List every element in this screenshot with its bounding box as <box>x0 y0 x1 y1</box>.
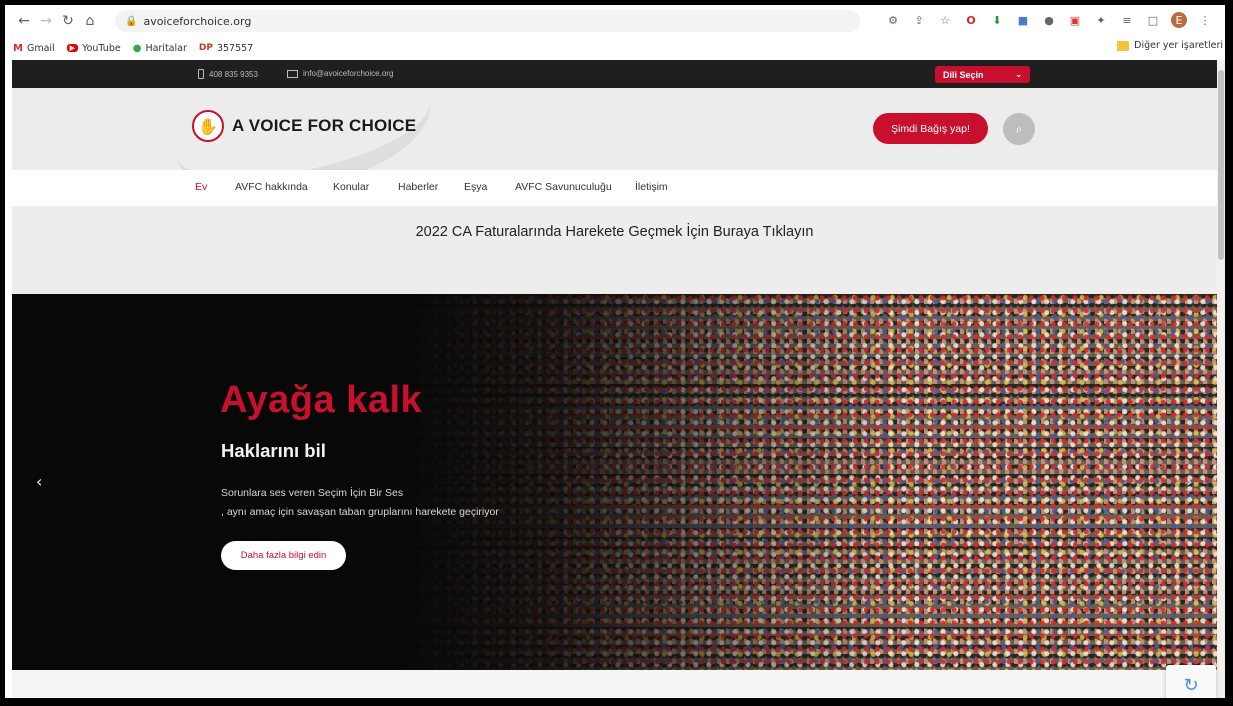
logo-icon: ✋ <box>192 110 224 142</box>
extensions-area: ⚙ ⇪ ☆ O ⬇ ■ ● ▣ ✦ ≡ □ E ⋮ <box>885 12 1213 28</box>
hero-description: Sorunlara ses veren Seçim İçin Bir Ses ,… <box>221 484 499 522</box>
other-bookmarks-label: Diğer yer işaretleri <box>1134 40 1223 51</box>
mail-icon <box>287 69 298 78</box>
bookmark-gmail[interactable]: M Gmail <box>13 43 55 54</box>
search-icon: ⌕ <box>1015 121 1023 136</box>
bookmark-dp[interactable]: DP 357557 <box>199 43 253 54</box>
address-bar[interactable]: 🔒 avoiceforchoice.org <box>115 10 860 32</box>
opera-extension-icon[interactable]: O <box>963 12 979 28</box>
extension-icon-3[interactable]: ▣ <box>1067 12 1083 28</box>
scrollbar-thumb[interactable] <box>1218 70 1224 260</box>
extension-icon-2[interactable]: ● <box>1041 12 1057 28</box>
bookmark-label: 357557 <box>216 42 254 54</box>
hero-description-line: , aynı amaç için savaşan taban grupların… <box>221 506 499 518</box>
extension-icon[interactable]: ■ <box>1015 12 1031 28</box>
chevron-left-icon[interactable]: ‹ <box>36 472 42 491</box>
recaptcha-icon: ↻ <box>1183 674 1199 696</box>
dp-icon: DP <box>198 43 213 53</box>
language-select[interactable]: Dili Seçin ⌄ <box>935 66 1030 83</box>
email-address: info@avoiceforchoice.org <box>303 69 394 78</box>
email-contact[interactable]: info@avoiceforchoice.org <box>287 69 393 78</box>
bookmark-label: Gmail <box>26 42 55 54</box>
language-select-label: Dili Seçin <box>943 69 984 80</box>
bookmark-label: Haritalar <box>145 42 187 54</box>
folder-icon <box>1117 40 1130 51</box>
nav-item-home[interactable]: Ev <box>195 181 207 193</box>
phone-contact[interactable]: 408 835 9353 <box>198 69 258 79</box>
translate-icon[interactable]: ⚙ <box>885 12 901 28</box>
learn-more-button[interactable]: Daha fazla bilgi edin <box>221 541 346 570</box>
chevron-down-icon: ⌄ <box>1015 70 1022 79</box>
back-icon[interactable]: ← <box>13 13 35 29</box>
nav-item-contact[interactable]: İletişim <box>635 181 668 193</box>
puzzle-icon[interactable]: ✦ <box>1093 12 1109 28</box>
hero-description-line: Sorunlara ses veren Seçim İçin Bir Ses <box>221 487 404 499</box>
forward-icon[interactable]: → <box>35 13 57 29</box>
hero-subtitle: Haklarını bil <box>221 440 326 461</box>
site-header: ✋ A VOICE FOR CHOICE Şimdi Bağış yap! ⌕ <box>12 88 1217 170</box>
phone-number: 408 835 9353 <box>209 69 258 79</box>
banner-link[interactable]: 2022 CA Faturalarında Harekete Geçmek İç… <box>12 224 1217 240</box>
main-nav: Ev AVFC hakkında Konular Haberler Eşya A… <box>12 170 1217 206</box>
bookmark-label: YouTube <box>82 42 121 54</box>
nav-item-about[interactable]: AVFC hakkında <box>235 181 308 193</box>
search-button[interactable]: ⌕ <box>1003 113 1035 145</box>
side-panel-icon[interactable]: □ <box>1145 12 1161 28</box>
nav-item-advocacy[interactable]: AVFC Savunuculuğu <box>515 181 612 193</box>
page-section-below <box>12 670 1217 698</box>
phone-icon <box>198 69 204 79</box>
bookmark-youtube[interactable]: ▶ YouTube <box>66 42 121 54</box>
browser-window: ← → ↻ ⌂ 🔒 avoiceforchoice.org ⚙ ⇪ ☆ O ⬇ … <box>0 0 1233 706</box>
scrollbar[interactable] <box>1217 60 1225 698</box>
recaptcha-badge[interactable]: ↻ <box>1166 665 1216 698</box>
reading-list-icon[interactable]: ≡ <box>1119 12 1135 28</box>
chevron-right-icon[interactable]: › <box>1186 472 1192 491</box>
download-extension-icon[interactable]: ⬇ <box>989 12 1005 28</box>
site-logo[interactable]: ✋ A VOICE FOR CHOICE <box>192 110 416 142</box>
nav-item-news[interactable]: Haberler <box>398 181 438 193</box>
logo-text: A VOICE FOR CHOICE <box>232 116 417 135</box>
announcement-banner: 2022 CA Faturalarında Harekete Geçmek İç… <box>12 206 1217 294</box>
bookmark-star-icon[interactable]: ☆ <box>937 12 953 28</box>
maps-icon: ● <box>132 42 142 54</box>
bookmark-maps[interactable]: ● Haritalar <box>133 43 187 54</box>
nav-item-issues[interactable]: Konular <box>333 181 369 193</box>
hero-title: Ayağa kalk <box>220 379 423 421</box>
menu-icon[interactable]: ⋮ <box>1197 12 1213 28</box>
hero-gradient-overlay <box>402 294 902 670</box>
gmail-icon: M <box>13 42 23 54</box>
other-bookmarks[interactable]: Diğer yer işaretleri <box>1117 40 1223 51</box>
youtube-icon: ▶ <box>66 44 79 52</box>
hero-slider: Ayağa kalk Haklarını bil Sorunlara ses v… <box>12 294 1217 670</box>
home-icon[interactable]: ⌂ <box>79 13 101 29</box>
lock-icon[interactable]: 🔒 <box>125 16 137 27</box>
profile-avatar[interactable]: E <box>1171 12 1187 28</box>
url-text: avoiceforchoice.org <box>143 14 252 28</box>
site-topbar: 408 835 9353 info@avoiceforchoice.org Di… <box>12 60 1217 88</box>
nav-item-merch[interactable]: Eşya <box>464 181 487 193</box>
reload-icon[interactable]: ↻ <box>57 13 79 29</box>
bookmarks-bar: M Gmail ▶ YouTube ● Haritalar DP 357557 … <box>5 37 1225 59</box>
browser-toolbar: ← → ↻ ⌂ 🔒 avoiceforchoice.org ⚙ ⇪ ☆ O ⬇ … <box>5 5 1225 37</box>
share-icon[interactable]: ⇪ <box>911 12 927 28</box>
donate-button[interactable]: Şimdi Bağış yap! <box>873 113 988 144</box>
